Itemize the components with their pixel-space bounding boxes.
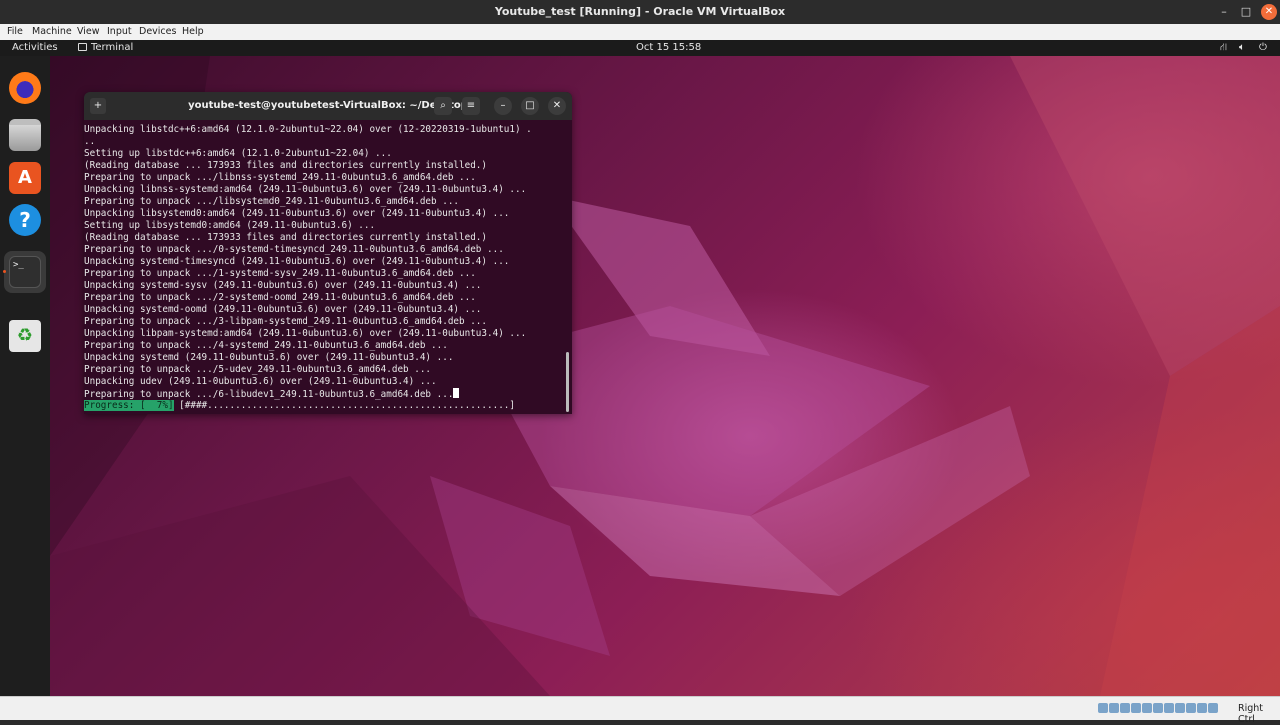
power-icon[interactable]: ⏻	[1259, 42, 1267, 53]
terminal-line: (Reading database ... 173933 files and d…	[84, 232, 487, 243]
hamburger-menu-icon[interactable]: ≡	[462, 97, 480, 115]
dock-running-indicator	[3, 270, 6, 273]
menu-machine[interactable]: Machine	[32, 26, 72, 37]
activities-button[interactable]: Activities	[12, 42, 58, 53]
optical-drive-icon[interactable]	[1109, 703, 1119, 713]
trash-icon[interactable]: ♻	[9, 320, 41, 352]
terminal-line: Unpacking systemd (249.11-0ubuntu3.6) ov…	[84, 352, 454, 363]
terminal-line: Preparing to unpack .../4-systemd_249.11…	[84, 340, 448, 351]
terminal-line: Unpacking systemd-oomd (249.11-0ubuntu3.…	[84, 304, 482, 315]
help-icon[interactable]: ?	[9, 204, 41, 236]
terminal-line: Unpacking libstdc++6:amd64 (12.1.0-2ubun…	[84, 124, 532, 135]
terminal-line: Preparing to unpack .../1-systemd-sysv_2…	[84, 268, 476, 279]
terminal-line: Preparing to unpack .../6-libudev1_249.1…	[84, 388, 564, 400]
hdd-icon[interactable]	[1098, 703, 1108, 713]
vbox-device-icons	[1098, 703, 1219, 716]
vbox-window-title: Youtube_test [Running] - Oracle VM Virtu…	[494, 5, 786, 18]
volume-icon[interactable]: 🔈︎	[1239, 42, 1245, 53]
guest-display: Activities Terminal Oct 15 15:58 ⛙ 🔈︎ ⏻ …	[0, 40, 1280, 696]
terminal-line: Unpacking systemd-sysv (249.11-0ubuntu3.…	[84, 280, 482, 291]
display-icon[interactable]	[1164, 703, 1174, 713]
search-icon[interactable]: ⌕	[434, 97, 452, 115]
terminal-window[interactable]: + youtube-test@youtubetest-VirtualBox: ~…	[84, 92, 572, 414]
terminal-scrollbar[interactable]	[566, 352, 569, 412]
terminal-output[interactable]: Unpacking libstdc++6:amd64 (12.1.0-2ubun…	[84, 124, 564, 414]
terminal-line: Unpacking libpam-systemd:amd64 (249.11-0…	[84, 328, 527, 339]
close-icon[interactable]: ✕	[1261, 4, 1277, 20]
terminal-line: Preparing to unpack .../libnss-systemd_2…	[84, 172, 476, 183]
vbox-menubar: File Machine View Input Devices Help	[0, 24, 1280, 40]
mouse-integration-icon[interactable]	[1197, 703, 1207, 713]
terminal-line: Unpacking libsystemd0:amd64 (249.11-0ubu…	[84, 208, 510, 219]
progress-label: Progress: [ 7%]	[84, 400, 174, 411]
terminal-line: Unpacking udev (249.11-0ubuntu3.6) over …	[84, 376, 437, 387]
terminal-icon[interactable]: >_	[9, 256, 41, 288]
app-menu-label: Terminal	[91, 42, 134, 53]
terminal-headerbar[interactable]: + youtube-test@youtubetest-VirtualBox: ~…	[84, 92, 572, 120]
vbox-titlebar: Youtube_test [Running] - Oracle VM Virtu…	[0, 0, 1280, 24]
host-key-label: Right Ctrl	[1238, 703, 1264, 725]
menu-file[interactable]: File	[7, 26, 23, 37]
terminal-line: Preparing to unpack .../3-libpam-systemd…	[84, 316, 487, 327]
network-adapter-icon[interactable]	[1131, 703, 1141, 713]
cpu-icon[interactable]	[1186, 703, 1196, 713]
firefox-icon[interactable]	[9, 72, 41, 104]
vbox-statusbar: Right Ctrl	[0, 696, 1280, 725]
minimize-icon[interactable]: –	[494, 97, 512, 115]
menu-view[interactable]: View	[77, 26, 100, 37]
shared-folders-icon[interactable]	[1153, 703, 1163, 713]
terminal-line: Preparing to unpack .../2-systemd-oomd_2…	[84, 292, 476, 303]
network-icon[interactable]: ⛙	[1220, 42, 1227, 55]
terminal-line: Unpacking systemd-timesyncd (249.11-0ubu…	[84, 256, 510, 267]
text-cursor	[453, 388, 460, 398]
terminal-small-icon	[78, 43, 87, 51]
app-menu[interactable]: Terminal	[78, 42, 133, 53]
close-icon[interactable]: ✕	[548, 97, 566, 115]
terminal-line: (Reading database ... 173933 files and d…	[84, 160, 487, 171]
menu-help[interactable]: Help	[182, 26, 204, 37]
progress-line: Progress: [ 7%] [####...................…	[84, 400, 564, 412]
dock: A ? >_ ♻	[0, 56, 50, 696]
menu-input[interactable]: Input	[107, 26, 132, 37]
clock[interactable]: Oct 15 15:58	[636, 42, 701, 53]
progress-bar: [####...................................…	[173, 400, 515, 411]
terminal-line: Setting up libsystemd0:amd64 (249.11-0ub…	[84, 220, 376, 231]
recording-icon[interactable]	[1175, 703, 1185, 713]
audio-icon[interactable]	[1120, 703, 1130, 713]
maximize-icon[interactable]: □	[1238, 4, 1254, 20]
keyboard-icon[interactable]	[1208, 703, 1218, 713]
files-icon[interactable]	[9, 119, 41, 151]
terminal-line: Preparing to unpack .../libsystemd0_249.…	[84, 196, 460, 207]
minimize-icon[interactable]: –	[1216, 4, 1232, 20]
terminal-line: ..	[84, 136, 96, 147]
usb-icon[interactable]	[1142, 703, 1152, 713]
terminal-line: Preparing to unpack .../5-udev_249.11-0u…	[84, 364, 432, 375]
menu-devices[interactable]: Devices	[139, 26, 176, 37]
software-icon[interactable]: A	[9, 162, 41, 194]
terminal-line: Unpacking libnss-systemd:amd64 (249.11-0…	[84, 184, 527, 195]
terminal-line: Setting up libstdc++6:amd64 (12.1.0-2ubu…	[84, 148, 392, 159]
gnome-top-bar: Activities Terminal Oct 15 15:58 ⛙ 🔈︎ ⏻	[0, 40, 1280, 56]
maximize-icon[interactable]: □	[521, 97, 539, 115]
terminal-line: Preparing to unpack .../0-systemd-timesy…	[84, 244, 504, 255]
